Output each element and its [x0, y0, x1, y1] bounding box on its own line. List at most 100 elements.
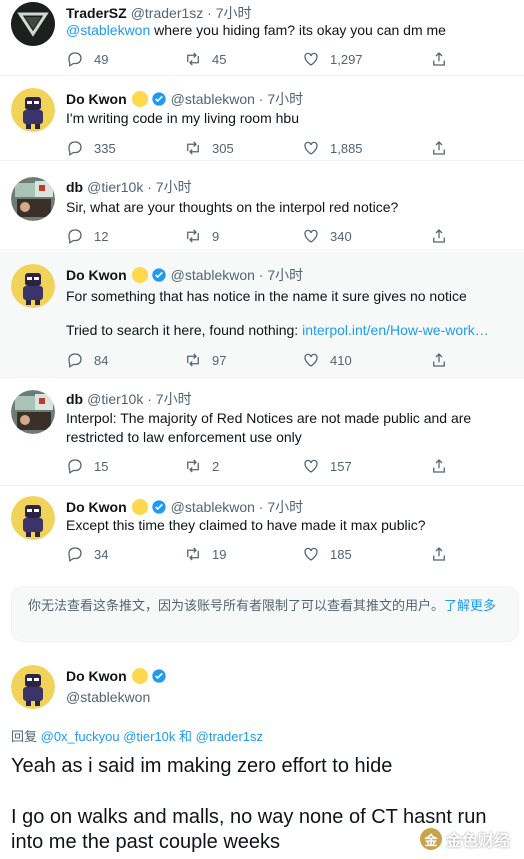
- retweet-count: 45: [212, 51, 227, 67]
- replying-to: 回复 @0x_fuckyou @tier10k 和 @trader1sz: [11, 726, 263, 745]
- retweet-icon: [187, 353, 199, 367]
- retweet-button[interactable]: 9: [184, 227, 219, 245]
- verified-badge-icon: [151, 268, 166, 282]
- reply-button[interactable]: 335: [66, 139, 116, 157]
- share-icon: [433, 52, 445, 66]
- author-handle[interactable]: @tier10k · 7小时: [87, 177, 191, 197]
- retweet-icon: [187, 141, 199, 155]
- like-button[interactable]: 185: [302, 545, 352, 563]
- like-button[interactable]: 1,885: [302, 139, 363, 157]
- avatar[interactable]: [11, 390, 55, 434]
- share-button[interactable]: [430, 227, 448, 245]
- like-count: 1,297: [330, 51, 363, 67]
- like-button[interactable]: 1,297: [302, 50, 363, 68]
- avatar[interactable]: [11, 264, 55, 308]
- tweet-actions: 12 9 340: [66, 227, 466, 247]
- share-button[interactable]: [430, 139, 448, 157]
- avatar[interactable]: [11, 2, 55, 46]
- share-icon: [433, 547, 445, 561]
- reply-count: 34: [94, 546, 109, 562]
- author-handle[interactable]: @stablekwon: [66, 689, 150, 705]
- author-handle[interactable]: @stablekwon · 7小时: [171, 265, 303, 285]
- reply-button[interactable]: 12: [66, 227, 108, 245]
- tweet-text: @stablekwon where you hiding fam? its ok…: [66, 21, 510, 40]
- author-handle[interactable]: @tier10k · 7小时: [87, 389, 191, 409]
- avatar[interactable]: [11, 665, 55, 709]
- retweet-button[interactable]: 45: [184, 50, 226, 68]
- reply-button[interactable]: 49: [66, 50, 108, 68]
- reply-button[interactable]: 34: [66, 545, 108, 563]
- retweet-icon: [187, 547, 199, 561]
- like-button[interactable]: 340: [302, 227, 352, 245]
- retweet-count: 2: [212, 458, 220, 474]
- author-name[interactable]: TraderSZ: [66, 5, 127, 21]
- tweet-actions: 335 305 1,885: [66, 139, 466, 159]
- author-name[interactable]: db: [66, 391, 83, 407]
- tweet[interactable]: TraderSZ @trader1sz · 7小时 @stablekwon wh…: [0, 0, 524, 76]
- author-name[interactable]: Do Kwon: [66, 499, 127, 515]
- author-name[interactable]: Do Kwon: [66, 267, 127, 283]
- retweet-count: 305: [212, 140, 234, 156]
- like-button[interactable]: 157: [302, 457, 352, 475]
- url-link[interactable]: interpol.int/en/How-we-work…: [302, 322, 489, 338]
- tweet[interactable]: Do Kwon @stablekwon · 7小时 I'm writing co…: [0, 77, 524, 161]
- mention-link[interactable]: @stablekwon: [66, 22, 150, 38]
- retweet-icon: [187, 229, 199, 243]
- heart-icon: [304, 353, 318, 367]
- replying-users-link[interactable]: @0x_fuckyou @tier10k 和 @trader1sz: [41, 729, 263, 744]
- like-count: 340: [330, 228, 352, 244]
- reply-icon: [68, 229, 82, 244]
- heart-icon: [304, 547, 318, 561]
- share-icon: [433, 229, 445, 243]
- retweet-button[interactable]: 19: [184, 545, 226, 563]
- share-icon: [433, 353, 445, 367]
- tweet[interactable]: Do Kwon @stablekwon · 7小时 Except this ti…: [0, 487, 524, 573]
- watermark: 金 金色财经: [420, 826, 510, 852]
- share-icon: [433, 141, 445, 155]
- retweet-count: 19: [212, 546, 227, 562]
- tweet-text: For something that has notice in the nam…: [66, 288, 467, 304]
- author-name[interactable]: db: [66, 179, 83, 195]
- share-icon: [433, 459, 445, 473]
- share-button[interactable]: [430, 457, 448, 475]
- retweet-count: 9: [212, 228, 220, 244]
- tweet-text-content: where you hiding fam? its okay you can d…: [150, 22, 446, 38]
- share-button[interactable]: [430, 545, 448, 563]
- author-handle[interactable]: @trader1sz · 7小时: [131, 3, 252, 23]
- tweet-text: I'm writing code in my living room hbu: [66, 110, 299, 126]
- like-button[interactable]: 410: [302, 351, 352, 369]
- tweet-text: Interpol: The majority of Red Notices ar…: [66, 410, 472, 445]
- main-tweet-text: Yeah as i said im making zero effort to …: [11, 755, 393, 777]
- author-name[interactable]: Do Kwon: [66, 91, 127, 107]
- author-handle[interactable]: @stablekwon · 7小时: [171, 89, 303, 109]
- retweet-button[interactable]: 2: [184, 457, 219, 475]
- author-name[interactable]: Do Kwon: [66, 668, 127, 684]
- tweet[interactable]: db @tier10k · 7小时 Sir, what are your tho…: [0, 162, 524, 250]
- retweet-button[interactable]: 97: [184, 351, 226, 369]
- share-button[interactable]: [430, 50, 448, 68]
- tweet[interactable]: db @tier10k · 7小时 Interpol: The majority…: [0, 379, 524, 486]
- reply-icon: [68, 353, 82, 368]
- emoji-icon: [131, 668, 148, 684]
- tweet[interactable]: Do Kwon @stablekwon · 7小时 For something …: [0, 251, 524, 378]
- emoji-icon: [131, 499, 148, 515]
- verified-badge-icon: [151, 92, 166, 106]
- avatar[interactable]: [11, 177, 55, 221]
- avatar[interactable]: [11, 496, 55, 540]
- learn-more-link[interactable]: 了解更多: [444, 598, 496, 613]
- reply-icon: [68, 52, 82, 67]
- tweet-actions: 34 19 185: [66, 545, 466, 565]
- avatar[interactable]: [11, 88, 55, 132]
- tweet-text: Sir, what are your thoughts on the inter…: [66, 199, 399, 215]
- reply-icon: [68, 141, 82, 156]
- retweet-button[interactable]: 305: [184, 139, 234, 157]
- reply-button[interactable]: 84: [66, 351, 108, 369]
- reply-count: 335: [94, 140, 116, 156]
- author-handle[interactable]: @stablekwon · 7小时: [171, 497, 303, 517]
- heart-icon: [304, 229, 318, 243]
- tweet-actions: 49 45 1,297: [66, 50, 466, 70]
- tweet-actions: 84 97 410: [66, 351, 466, 371]
- share-button[interactable]: [430, 351, 448, 369]
- restricted-tweet-notice: 你无法查看这条推文，因为该账号所有者限制了可以查看其推文的用户。了解更多: [11, 586, 519, 642]
- reply-button[interactable]: 15: [66, 457, 108, 475]
